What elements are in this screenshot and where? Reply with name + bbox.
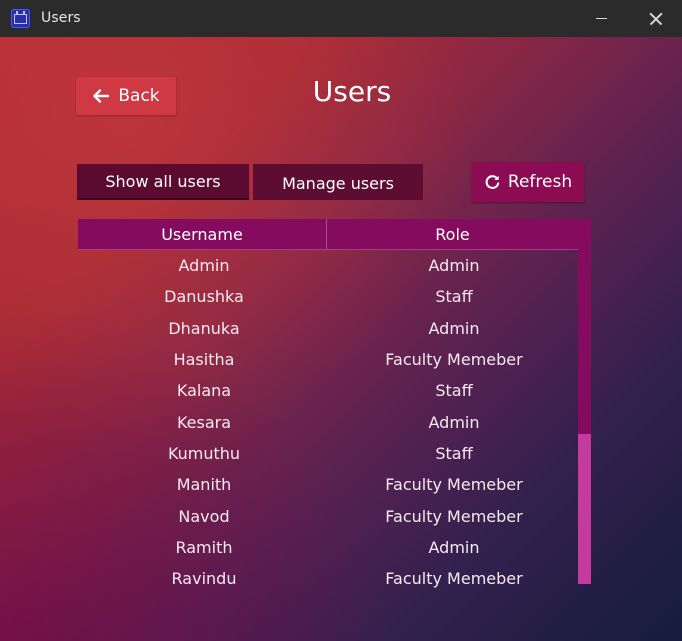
role-cell: Faculty Memeber: [385, 350, 523, 370]
username-cell: Dhanuka: [168, 318, 240, 338]
username-cell: Kalana: [176, 381, 232, 401]
role-cell: Staff: [435, 443, 473, 463]
back-button-label: Back: [118, 86, 160, 106]
table-row[interactable]: Kumuthu Staff: [78, 438, 578, 469]
arrow-left-icon: [93, 89, 110, 103]
calendar-icon: [11, 9, 30, 28]
role-cell: Faculty Memeber: [385, 569, 523, 589]
refresh-icon: [485, 174, 500, 189]
show-all-users-button[interactable]: Show all users: [77, 164, 249, 200]
table-row[interactable]: Navod Faculty Memeber: [78, 500, 578, 531]
role-cell: Admin: [428, 256, 480, 276]
role-cell: Staff: [435, 381, 473, 401]
window-title: Users: [41, 10, 81, 26]
table-row[interactable]: Kalana Staff: [78, 375, 578, 406]
role-cell: Admin: [428, 412, 480, 432]
table-row[interactable]: Dhanuka Admin: [78, 313, 578, 344]
username-cell: Admin: [178, 256, 230, 276]
table-row[interactable]: Ravindu Faculty Memeber: [78, 563, 578, 594]
manage-users-button[interactable]: Manage users: [253, 164, 423, 200]
table-header: Username Role: [78, 219, 578, 250]
role-cell: Staff: [435, 287, 473, 307]
username-cell: Hasitha: [173, 350, 235, 370]
table-row[interactable]: Danushka Staff: [78, 281, 578, 312]
scrollbar-thumb[interactable]: [578, 434, 591, 584]
table-row[interactable]: Admin Admin: [78, 250, 578, 281]
username-cell: Ravindu: [171, 569, 237, 589]
manage-users-label: Manage users: [282, 174, 394, 193]
page-title: Users: [312, 75, 392, 108]
username-cell: Danushka: [164, 287, 244, 307]
window-titlebar: Users: [0, 0, 682, 37]
column-header-username[interactable]: Username: [78, 219, 327, 249]
role-cell: Faculty Memeber: [385, 506, 523, 526]
username-cell: Ramith: [175, 537, 233, 557]
table-row[interactable]: Hasitha Faculty Memeber: [78, 344, 578, 375]
username-cell: Manith: [176, 475, 232, 495]
table-row[interactable]: Ramith Admin: [78, 532, 578, 563]
username-cell: Navod: [178, 506, 230, 526]
table-row[interactable]: Manith Faculty Memeber: [78, 469, 578, 500]
refresh-button[interactable]: Refresh: [472, 162, 584, 202]
show-all-users-label: Show all users: [105, 171, 221, 191]
role-cell: Admin: [428, 318, 480, 338]
role-cell: Faculty Memeber: [385, 475, 523, 495]
table-row[interactable]: Kesara Admin: [78, 406, 578, 437]
table-scrollbar[interactable]: [578, 219, 591, 584]
refresh-button-label: Refresh: [507, 172, 573, 192]
username-cell: Kumuthu: [167, 443, 241, 463]
main-content: Back Users Show all users Manage users R…: [0, 37, 682, 641]
table-body: Admin Admin Danushka Staff Dhanuka Admin…: [78, 250, 578, 594]
users-table: Username Role Admin Admin Danushka Staff…: [78, 219, 591, 588]
back-button[interactable]: Back: [76, 77, 176, 115]
role-cell: Admin: [428, 537, 480, 557]
close-button[interactable]: [632, 0, 678, 37]
column-header-role[interactable]: Role: [327, 219, 578, 249]
username-cell: Kesara: [176, 412, 232, 432]
minimize-button[interactable]: [577, 0, 623, 37]
